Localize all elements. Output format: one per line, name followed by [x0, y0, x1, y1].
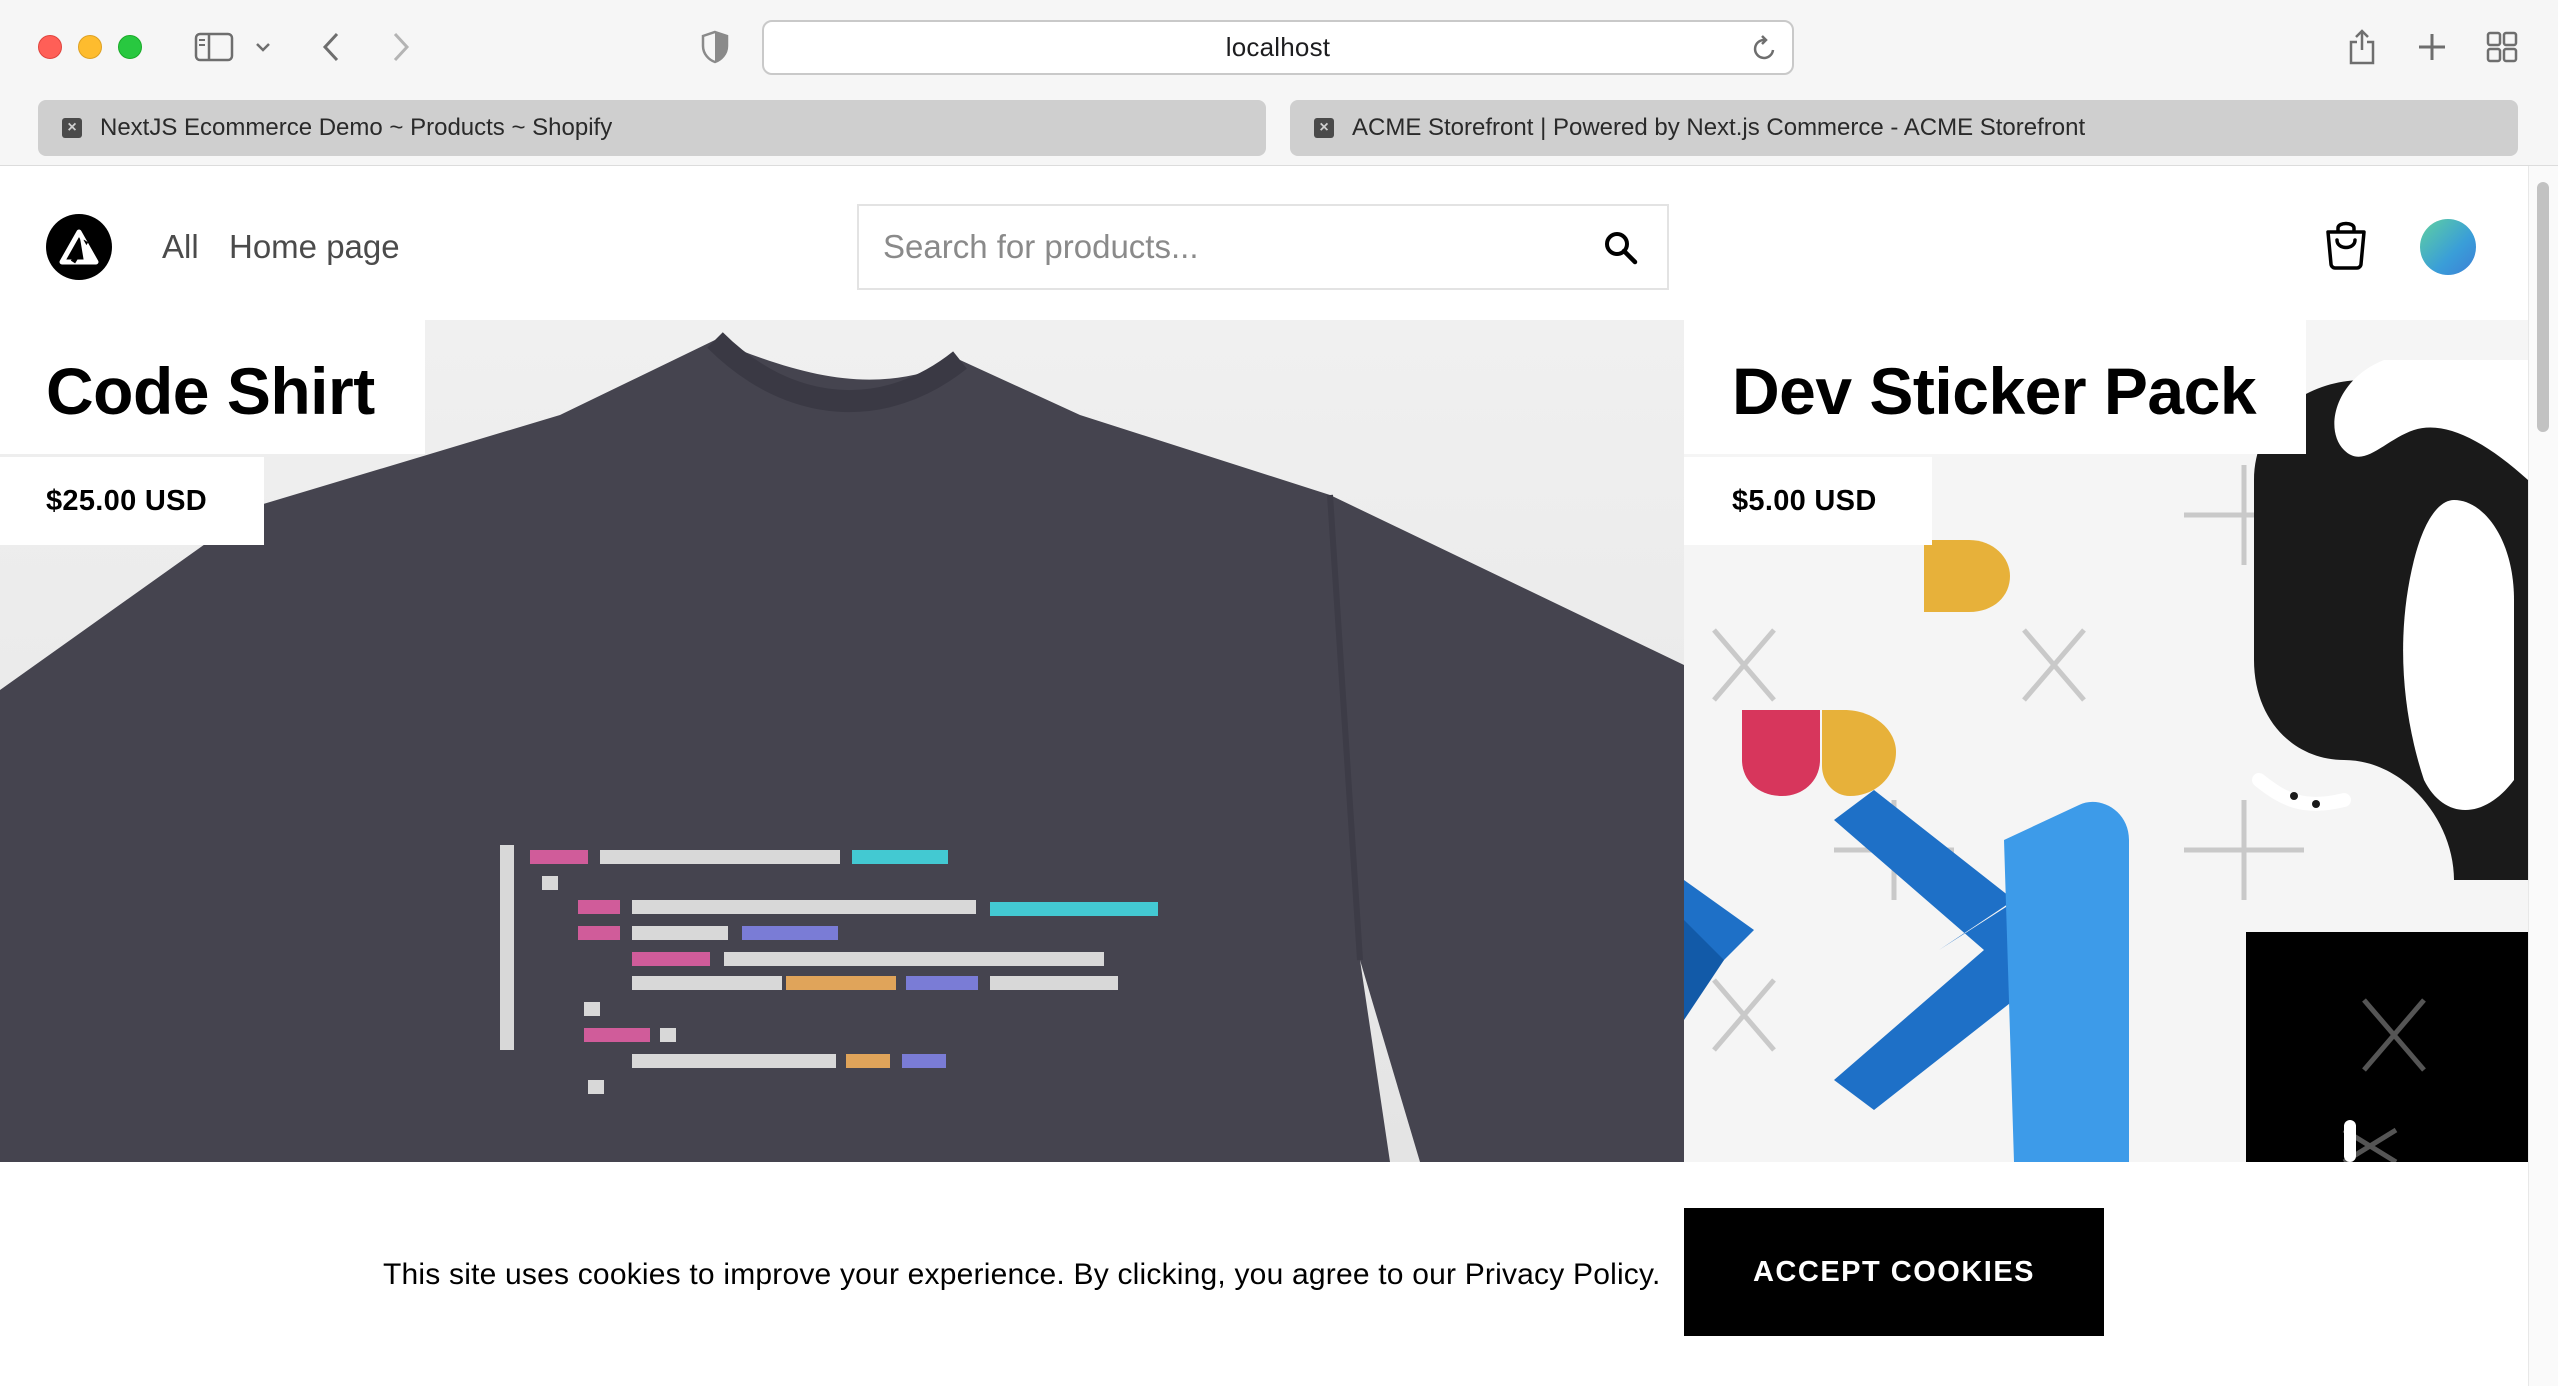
browser-toolbar: localhost	[0, 0, 2558, 94]
share-icon[interactable]	[2344, 24, 2380, 70]
browser-tab[interactable]: × NextJS Ecommerce Demo ~ Products ~ Sho…	[38, 100, 1266, 156]
tab-overview-icon[interactable]	[2484, 24, 2520, 70]
tab-strip: × NextJS Ecommerce Demo ~ Products ~ Sho…	[0, 94, 2558, 166]
product-card-code-shirt[interactable]: Code Shirt $25.00 USD	[0, 320, 1684, 1162]
sidebar-icon[interactable]	[192, 24, 236, 70]
accept-cookies-button[interactable]: ACCEPT COOKIES	[1684, 1208, 2104, 1336]
search-box	[857, 204, 1669, 290]
search-icon[interactable]	[1603, 230, 1639, 271]
product-card-dev-sticker-pack[interactable]: Dev Sticker Pack $5.00 USD	[1684, 320, 2528, 1162]
back-icon[interactable]	[316, 24, 346, 70]
close-tab-icon[interactable]: ×	[62, 118, 82, 138]
new-tab-icon[interactable]	[2414, 24, 2450, 70]
close-tab-icon[interactable]: ×	[1314, 118, 1334, 138]
nav-link-home-page[interactable]: Home page	[229, 228, 400, 266]
scrollbar[interactable]	[2528, 166, 2558, 1386]
search-input[interactable]	[859, 228, 1559, 266]
tab-title: ACME Storefront | Powered by Next.js Com…	[1352, 114, 2086, 141]
product-price: $25.00 USD	[0, 457, 264, 545]
minimize-window-button[interactable]	[78, 35, 102, 59]
url-text: localhost	[1225, 32, 1331, 62]
privacy-shield-icon[interactable]	[698, 24, 732, 70]
tab-title: NextJS Ecommerce Demo ~ Products ~ Shopi…	[100, 114, 613, 141]
nav-link-all[interactable]: All	[162, 228, 199, 266]
logo-icon[interactable]	[46, 214, 112, 280]
avatar[interactable]	[2420, 219, 2476, 275]
forward-icon[interactable]	[386, 24, 416, 70]
page-content: All Home page Search for products... Cod…	[0, 166, 2528, 1386]
chevron-down-icon[interactable]	[252, 24, 274, 70]
reload-icon[interactable]	[1752, 34, 1778, 67]
close-window-button[interactable]	[38, 35, 62, 59]
address-bar[interactable]: localhost	[762, 20, 1794, 75]
browser-tab[interactable]: × ACME Storefront | Powered by Next.js C…	[1290, 100, 2518, 156]
zoom-window-button[interactable]	[118, 35, 142, 59]
scrollbar-thumb[interactable]	[2537, 182, 2549, 432]
cookie-message: This site uses cookies to improve your e…	[383, 1258, 1661, 1291]
cookie-banner: This site uses cookies to improve your e…	[0, 1162, 2528, 1386]
product-price: $5.00 USD	[1684, 457, 1932, 545]
product-title: Dev Sticker Pack	[1684, 320, 2307, 454]
cart-icon[interactable]	[2322, 218, 2370, 275]
product-title: Code Shirt	[0, 320, 425, 454]
site-navbar: All Home page	[0, 166, 2528, 320]
